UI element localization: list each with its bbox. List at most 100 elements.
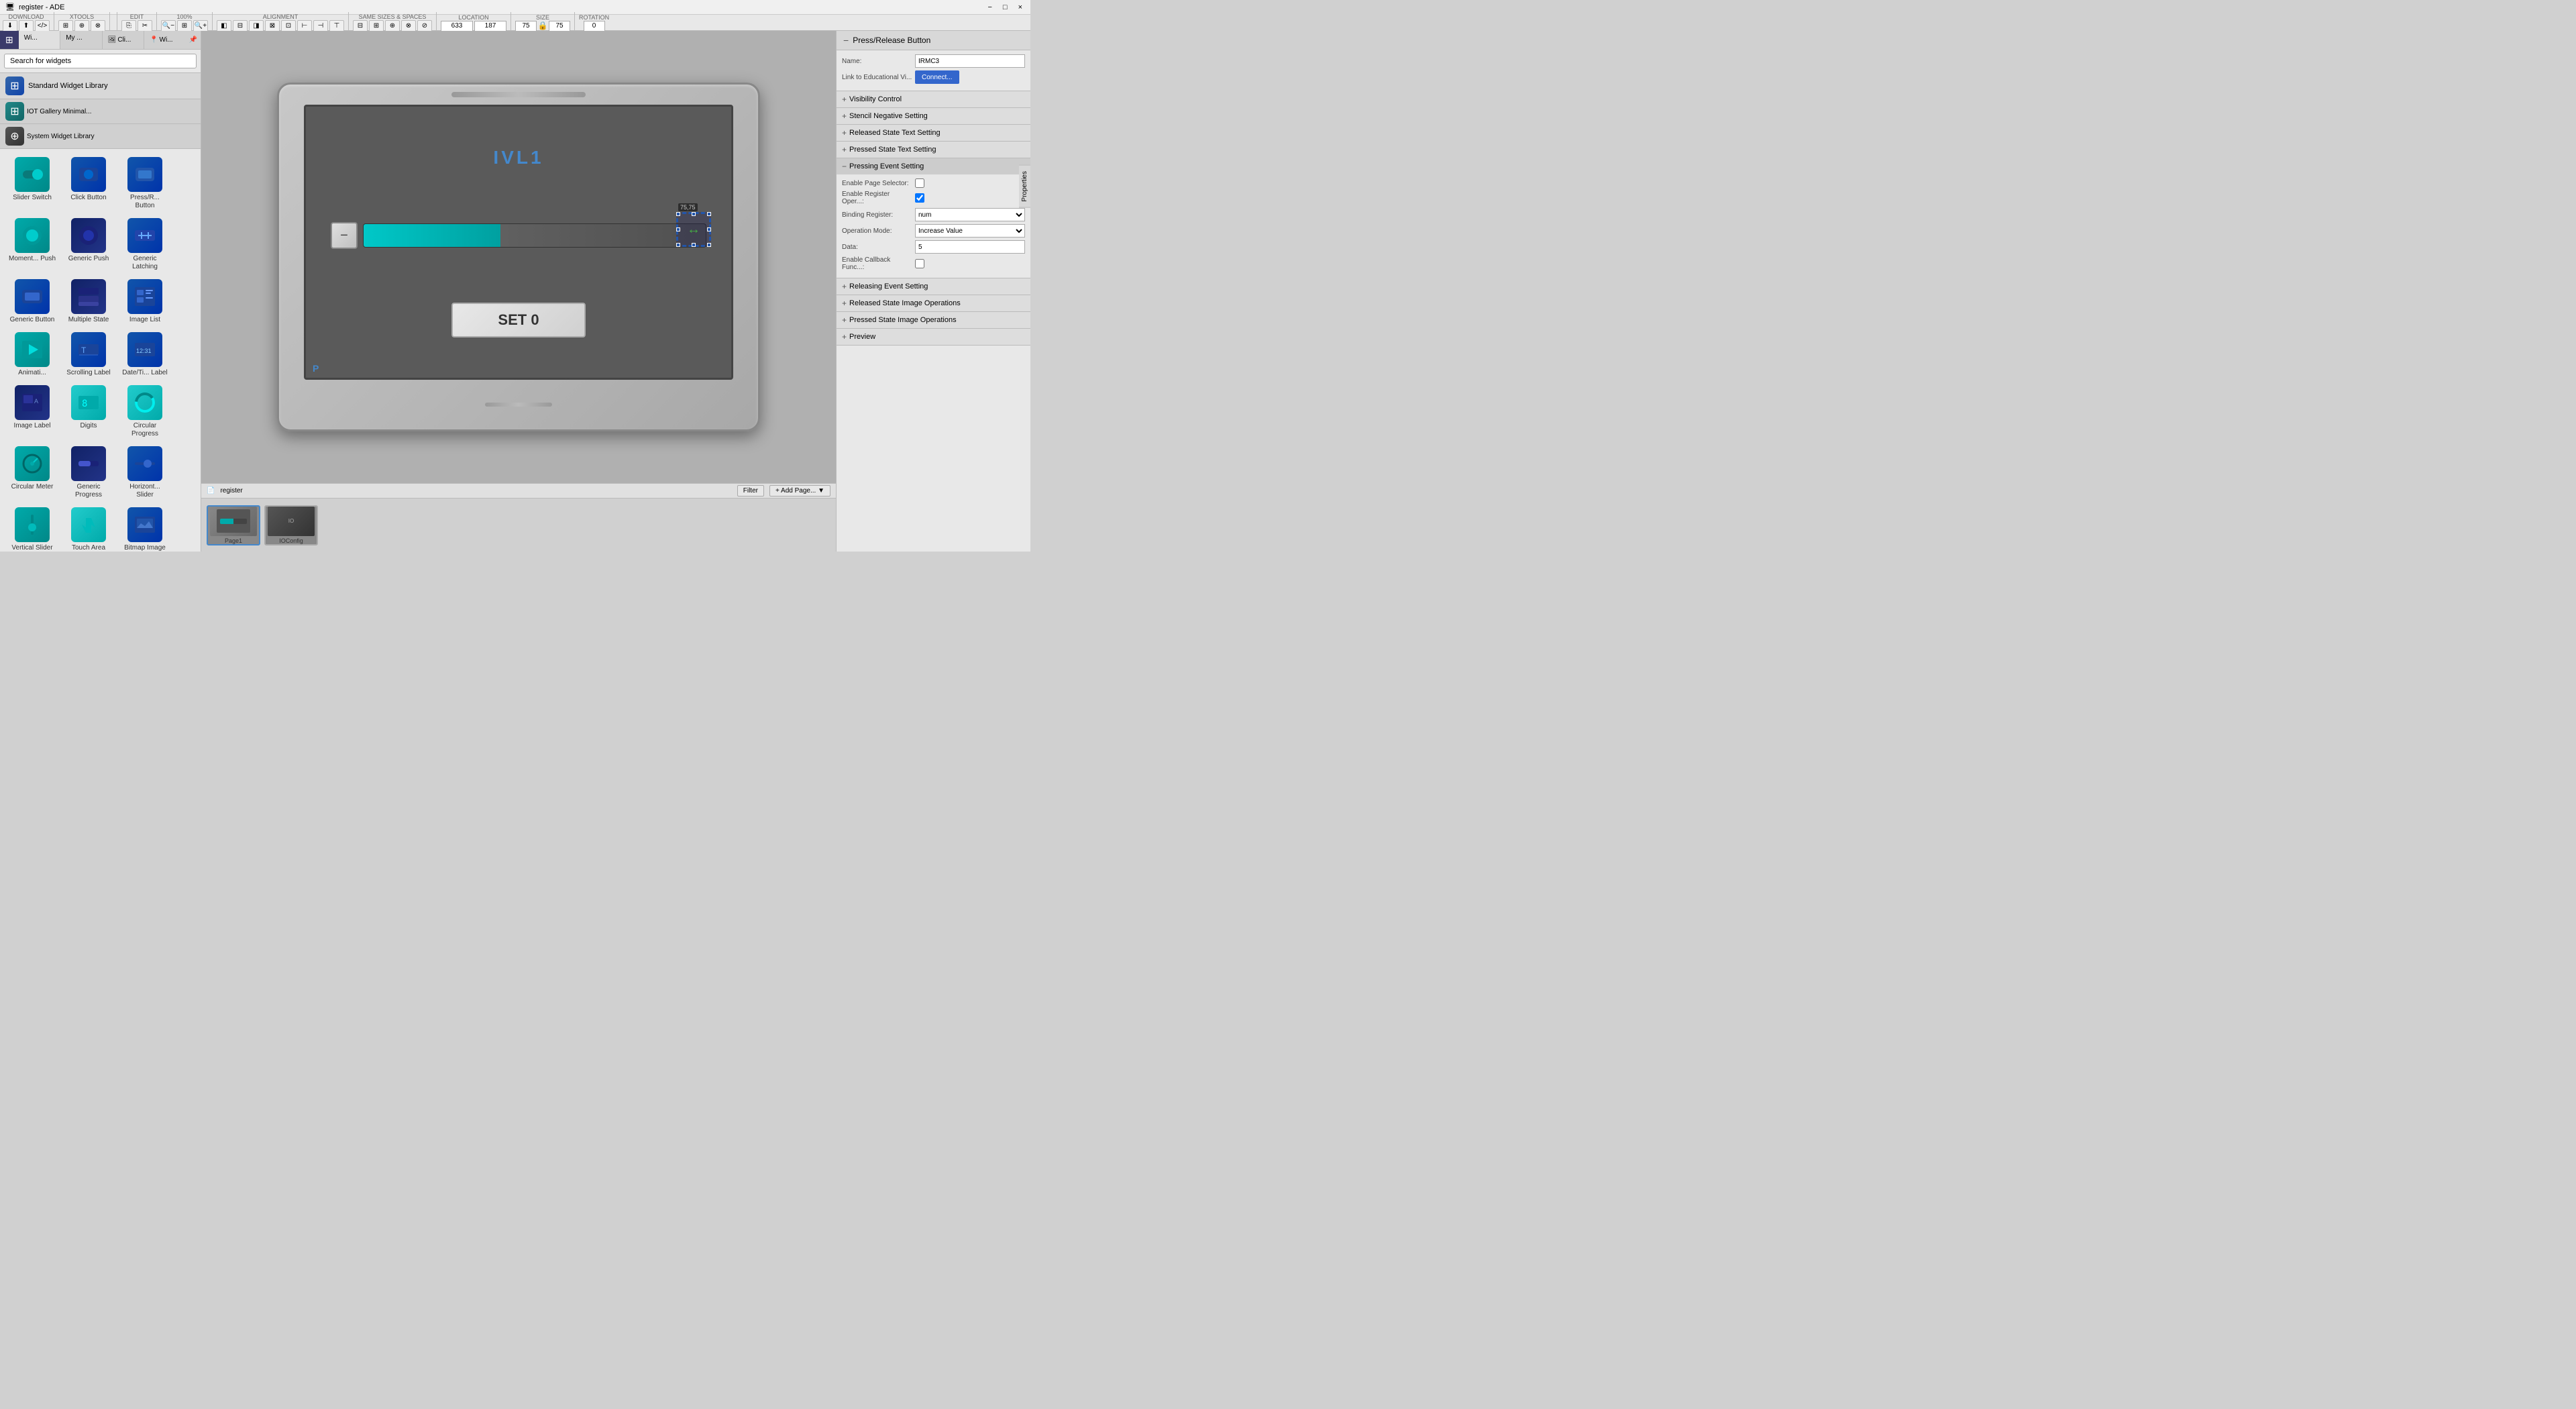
operation-mode-select[interactable]: Increase Value Decrease Value Set Value [915, 224, 1025, 238]
tab-wi[interactable]: Wi... [19, 31, 60, 49]
visibility-header[interactable]: + Visibility Control [837, 91, 1030, 107]
widget-slider-switch[interactable]: Slider Switch [5, 154, 59, 213]
h-space[interactable]: ⊗ [401, 20, 416, 32]
add-page-btn[interactable]: + Add Page... ▼ [769, 485, 830, 497]
releasing-event-header[interactable]: + Releasing Event Setting [837, 278, 1030, 295]
binding-register-select[interactable]: num var const [915, 208, 1025, 221]
align-bottom[interactable]: ⊢ [297, 20, 312, 32]
widget-moment----push[interactable]: Moment... Push [5, 215, 59, 274]
widget-icon [15, 507, 50, 542]
xtools-btn1[interactable]: ⊞ [58, 20, 73, 32]
location-y[interactable] [474, 21, 506, 32]
pressed-text-header[interactable]: + Pressed State Text Setting [837, 142, 1030, 158]
size-w[interactable] [515, 21, 537, 32]
xtools-btn2[interactable]: ⊕ [74, 20, 89, 32]
tab-cli[interactable]: 🖼Cli... [103, 31, 144, 49]
widget-digits[interactable]: 8 Digits [62, 382, 115, 441]
released-image-header[interactable]: + Released State Image Operations [837, 295, 1030, 311]
system-library-item[interactable]: ⊕ System Widget Library [0, 124, 201, 149]
location-x[interactable] [441, 21, 473, 32]
widget-touch-area[interactable]: Touch Area [62, 505, 115, 552]
download-to-device[interactable]: ⬇ [3, 20, 17, 32]
filter-btn[interactable]: Filter [737, 485, 764, 497]
same-size[interactable]: ⊕ [385, 20, 400, 32]
size-h[interactable] [549, 21, 570, 32]
copy-btn[interactable]: ⎘ [121, 20, 136, 32]
same-height[interactable]: ⊞ [369, 20, 384, 32]
page-thumb-ioconfig[interactable]: IO IOConfig [264, 505, 318, 545]
ioconfig-preview: IO [268, 507, 315, 536]
toolbar-zoom: 100% 🔍− ⊞ 🔍+ [161, 13, 208, 32]
close-button[interactable]: × [1016, 3, 1025, 11]
search-input[interactable] [4, 54, 197, 68]
widget-press-r----button[interactable]: Press/R... Button [118, 154, 172, 213]
toolbar-sizes: SAME SIZES & SPACES ⊟ ⊞ ⊕ ⊗ ⊘ [353, 13, 432, 32]
properties-tab[interactable]: Properties [1019, 165, 1030, 208]
maximize-button[interactable]: □ [1000, 3, 1010, 11]
widget-image-label[interactable]: A Image Label [5, 382, 59, 441]
upload-from-device[interactable]: ⬆ [19, 20, 34, 32]
widget-circular-progress[interactable]: Circular Progress [118, 382, 172, 441]
widget-icon: A [15, 385, 50, 420]
pressed-image-header[interactable]: + Pressed State Image Operations [837, 312, 1030, 328]
widget-scrolling-label[interactable]: T Scrolling Label [62, 329, 115, 380]
widget-circular-meter[interactable]: Circular Meter [5, 443, 59, 502]
widget-multiple-state[interactable]: Multiple State [62, 276, 115, 327]
minimize-button[interactable]: − [985, 3, 994, 11]
rotation-value[interactable] [584, 21, 605, 32]
fit-btn[interactable]: ⊞ [177, 20, 192, 32]
widget-generic-progress[interactable]: Generic Progress [62, 443, 115, 502]
widget-generic-latching[interactable]: Generic Latching [118, 215, 172, 274]
tab-widget-icon[interactable]: ⊞ [0, 31, 19, 49]
iot-gallery-item[interactable]: ⊞ IOT Gallery Minimal... [0, 99, 201, 124]
register-oper-checkbox[interactable] [915, 193, 924, 203]
align-center-v[interactable]: ⊡ [281, 20, 296, 32]
canvas-viewport[interactable]: IVL1 − 75,75 [201, 31, 836, 483]
widget-bitmap-image[interactable]: Bitmap Image [118, 505, 172, 552]
align-top[interactable]: ⊠ [265, 20, 280, 32]
page-thumb-page1[interactable]: Page1 [207, 505, 260, 545]
hmi-logo: P [313, 363, 319, 374]
same-width[interactable]: ⊟ [353, 20, 368, 32]
released-text-header[interactable]: + Released State Text Setting [837, 125, 1030, 141]
preview-header[interactable]: + Preview [837, 329, 1030, 345]
align-center-h[interactable]: ⊟ [233, 20, 248, 32]
code-view[interactable]: </> [35, 20, 50, 32]
sel-dot-ml [676, 227, 680, 231]
align-right[interactable]: ◨ [249, 20, 264, 32]
widget-horizont----slider[interactable]: Horizont... Slider [118, 443, 172, 502]
widget-animati---[interactable]: Animati... [5, 329, 59, 380]
tab-my[interactable]: My ... [60, 31, 102, 49]
zoom-out-btn[interactable]: 🔍− [161, 20, 176, 32]
lock-icon[interactable]: 🔒 [538, 21, 547, 30]
coord-label: 75,75 [678, 203, 698, 211]
stencil-header[interactable]: + Stencil Negative Setting [837, 108, 1030, 124]
distribute-h[interactable]: ⊣ [313, 20, 328, 32]
widget-label: Generic Progress [64, 483, 113, 499]
v-space[interactable]: ⊘ [417, 20, 432, 32]
widget-click-button[interactable]: Click Button [62, 154, 115, 213]
widget-vertical-slider[interactable]: Vertical Slider [5, 505, 59, 552]
hmi-slider-track[interactable]: 75,75 [363, 223, 706, 248]
page-thumbnails: Page1 IO IOConfig [201, 498, 836, 552]
widget-generic-push[interactable]: Generic Push [62, 215, 115, 274]
connect-button[interactable]: Connect... [915, 70, 959, 84]
name-input[interactable] [915, 54, 1025, 68]
cut-btn[interactable]: ✂ [138, 20, 152, 32]
zoom-in-btn[interactable]: 🔍+ [193, 20, 208, 32]
page-selector-checkbox[interactable] [915, 178, 924, 188]
distribute-v[interactable]: ⊤ [329, 20, 344, 32]
hmi-set-button[interactable]: SET 0 [451, 303, 586, 337]
callback-checkbox[interactable] [915, 259, 924, 268]
pressing-event-header[interactable]: − Pressing Event Setting [837, 158, 1030, 174]
xtools-btn3[interactable]: ⊗ [91, 20, 105, 32]
tab-wi2[interactable]: 📍Wi... [144, 31, 185, 49]
hmi-minus-button[interactable]: − [331, 222, 358, 249]
sel-dot-tm [692, 212, 696, 216]
align-left[interactable]: ◧ [217, 20, 231, 32]
widget-image-list[interactable]: Image List [118, 276, 172, 327]
widget-date-ti----label[interactable]: 12:31 Date/Ti... Label [118, 329, 172, 380]
tab-pin[interactable]: 📌 [186, 31, 201, 49]
data-input[interactable] [915, 240, 1025, 254]
widget-generic-button[interactable]: Generic Button [5, 276, 59, 327]
